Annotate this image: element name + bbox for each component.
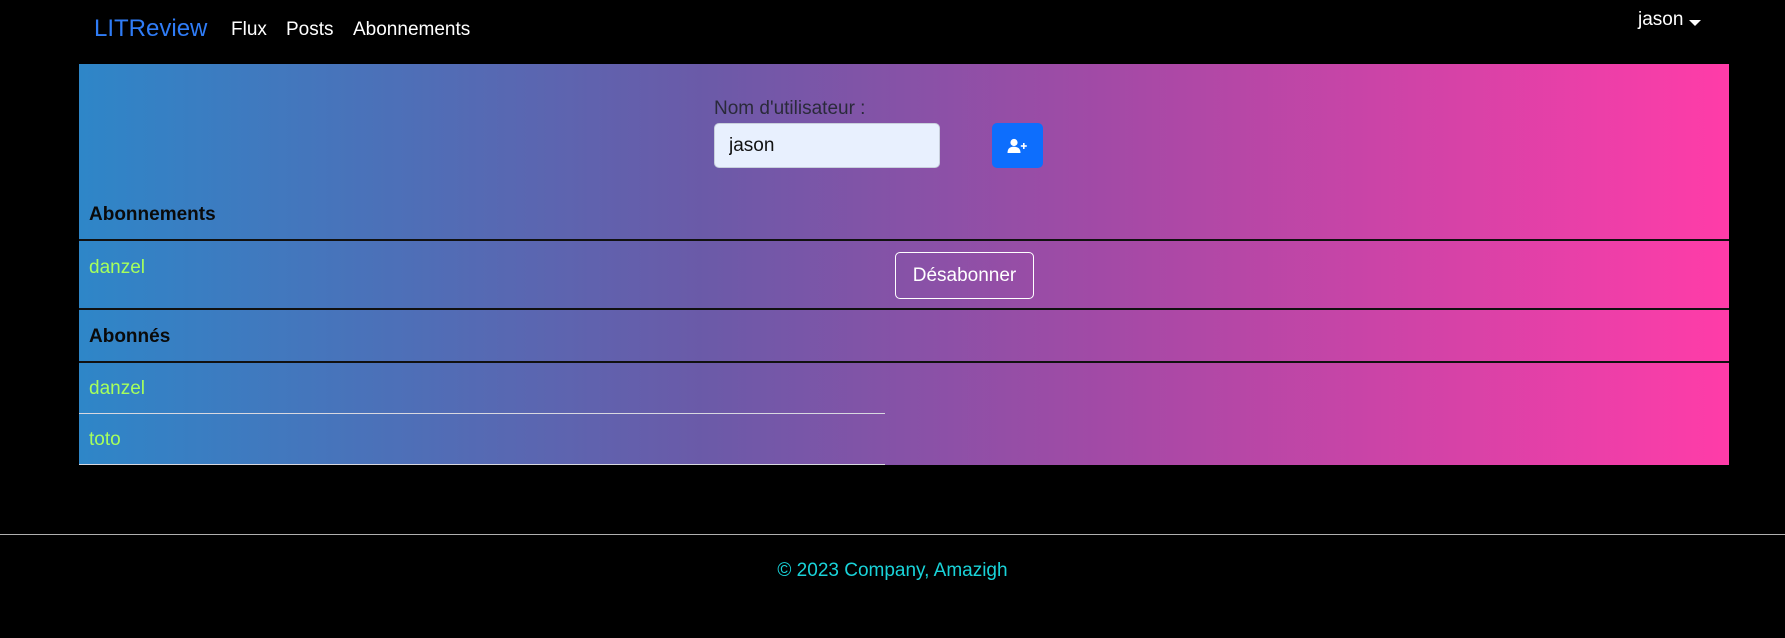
follower-row-divider xyxy=(79,413,885,414)
subscriptions-bottom-divider xyxy=(79,308,1729,310)
brand-link[interactable]: LITReview xyxy=(94,15,207,43)
username-label: Nom d'utilisateur : xyxy=(714,98,866,119)
subscriptions-divider xyxy=(79,239,1729,241)
subscriptions-heading: Abonnements xyxy=(89,204,216,225)
nav-link-abonnements[interactable]: Abonnements xyxy=(353,19,470,41)
follow-user-button[interactable] xyxy=(992,123,1043,168)
username-input[interactable] xyxy=(714,123,940,168)
followers-heading: Abonnés xyxy=(89,326,171,347)
nav-link-posts[interactable]: Posts xyxy=(286,19,334,41)
follower-row-divider xyxy=(79,464,885,465)
nav-link-flux[interactable]: Flux xyxy=(231,19,267,41)
footer-copyright: © 2023 Company, Amazigh xyxy=(777,560,1008,581)
unsubscribe-button[interactable]: Désabonner xyxy=(895,252,1034,299)
subscription-username: danzel xyxy=(89,257,145,278)
person-plus-icon xyxy=(1007,138,1027,153)
followers-divider xyxy=(79,361,1729,363)
footer-divider xyxy=(0,534,1785,535)
user-menu-dropdown[interactable]: jason xyxy=(1638,9,1702,31)
follower-username-toto: toto xyxy=(89,429,121,450)
follower-username-danzel: danzel xyxy=(89,378,145,399)
subscriptions-panel: Nom d'utilisateur : Abonnements danzel D… xyxy=(79,64,1729,465)
navbar: LITReview Flux Posts Abonnements jason xyxy=(0,0,1785,64)
user-menu-label: jason xyxy=(1638,9,1684,30)
caret-down-icon xyxy=(1689,20,1702,26)
